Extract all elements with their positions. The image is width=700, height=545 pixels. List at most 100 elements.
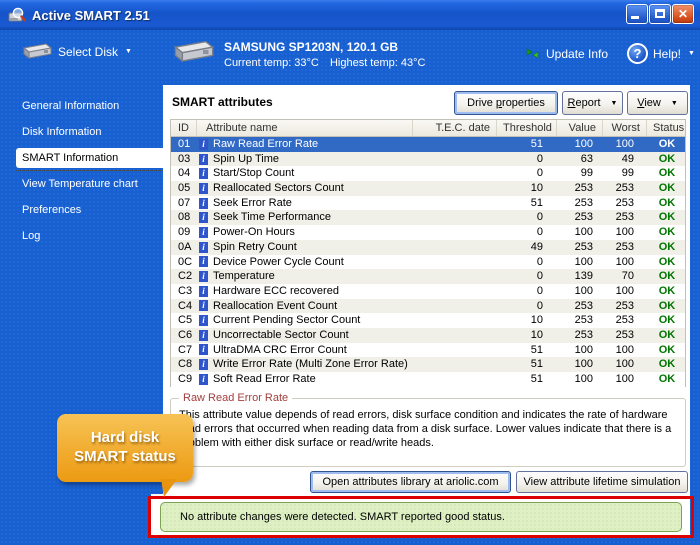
view-lifetime-simulation-label: View attribute lifetime simulation [524, 476, 681, 488]
table-row[interactable]: 0AiSpin Retry Count49253253OK [171, 240, 685, 255]
val-cell: 100 [557, 372, 603, 387]
th-cell: 51 [497, 196, 557, 211]
table-row[interactable]: C2iTemperature013970OK [171, 269, 685, 284]
app-icon [8, 7, 26, 23]
worst-cell: 100 [603, 225, 647, 240]
open-attributes-library-button[interactable]: Open attributes library at ariolic.com [310, 471, 511, 493]
th-cell: 51 [497, 357, 557, 372]
tec-cell [413, 343, 497, 358]
table-row[interactable]: C3iHardware ECC recovered0100100OK [171, 284, 685, 299]
th-cell: 51 [497, 372, 557, 387]
table-row[interactable]: C8iWrite Error Rate (Multi Zone Error Ra… [171, 357, 685, 372]
th-cell: 0 [497, 284, 557, 299]
status-cell: OK [647, 255, 687, 270]
worst-cell: 253 [603, 210, 647, 225]
smart-status-callout: Hard disk SMART status [57, 414, 193, 482]
table-row[interactable]: 04iStart/Stop Count09999OK [171, 166, 685, 181]
chevron-down-icon: ▼ [125, 48, 132, 55]
table-row[interactable]: 0CiDevice Power Cycle Count0100100OK [171, 255, 685, 270]
worst-cell: 253 [603, 196, 647, 211]
view-lifetime-simulation-button[interactable]: View attribute lifetime simulation [516, 471, 688, 493]
worst-cell: 99 [603, 166, 647, 181]
info-icon: i [199, 256, 208, 267]
table-row[interactable]: C6iUncorrectable Sector Count10253253OK [171, 328, 685, 343]
select-disk-label: Select Disk [58, 45, 118, 59]
select-disk-dropdown[interactable]: Select Disk ▼ [20, 42, 132, 61]
id-cell: C7 [171, 343, 197, 358]
minimize-button[interactable] [626, 4, 648, 24]
status-cell: OK [647, 225, 687, 240]
worst-cell: 253 [603, 181, 647, 196]
val-cell: 100 [557, 343, 603, 358]
attribute-description-text: This attribute value depends of read err… [171, 399, 685, 450]
table-row[interactable]: C5iCurrent Pending Sector Count10253253O… [171, 313, 685, 328]
table-row[interactable]: C9iSoft Read Error Rate51100100OK [171, 372, 685, 387]
attribute-name-cell: iHardware ECC recovered [197, 284, 413, 299]
table-row[interactable]: C4iReallocation Event Count0253253OK [171, 299, 685, 314]
tec-cell [413, 137, 497, 152]
sidebar-item-log[interactable]: Log [0, 226, 163, 246]
id-cell: C5 [171, 313, 197, 328]
view-button[interactable]: View ▼ [627, 91, 688, 115]
status-cell: OK [647, 210, 687, 225]
table-row[interactable]: 03iSpin Up Time06349OK [171, 152, 685, 167]
th-cell: 0 [497, 210, 557, 225]
val-cell: 139 [557, 269, 603, 284]
maximize-icon [655, 9, 665, 18]
callout-line2: SMART status [57, 447, 193, 466]
info-icon: i [199, 139, 208, 150]
report-button[interactable]: Report ▼ [562, 91, 623, 115]
table-row[interactable]: 05iReallocated Sectors Count10253253OK [171, 181, 685, 196]
id-cell: 08 [171, 210, 197, 225]
status-cell: OK [647, 152, 687, 167]
th-cell: 0 [497, 269, 557, 284]
refresh-icon [525, 46, 540, 61]
sidebar-item-view-temperature-chart[interactable]: View Temperature chart [0, 174, 163, 194]
th-cell: 49 [497, 240, 557, 255]
maximize-button[interactable] [649, 4, 671, 24]
close-button[interactable]: ✕ [672, 4, 694, 24]
info-icon: i [199, 183, 208, 194]
status-cell: OK [647, 240, 687, 255]
info-icon: i [199, 212, 208, 223]
open-attributes-library-label: Open attributes library at ariolic.com [322, 476, 498, 488]
worst-cell: 100 [603, 284, 647, 299]
sidebar-item-disk-information[interactable]: Disk Information [0, 122, 163, 142]
table-row[interactable]: 08iSeek Time Performance0253253OK [171, 210, 685, 225]
worst-cell: 253 [603, 240, 647, 255]
drive-model: SAMSUNG SP1203N, 120.1 GB [224, 40, 433, 54]
table-row[interactable]: C7iUltraDMA CRC Error Count51100100OK [171, 343, 685, 358]
tec-cell [413, 299, 497, 314]
chevron-down-icon: ▼ [611, 100, 618, 107]
sidebar-item-preferences[interactable]: Preferences [0, 200, 163, 220]
info-icon: i [199, 242, 208, 253]
sidebar-item-general-information[interactable]: General Information [0, 96, 163, 116]
attribute-name-cell: iStart/Stop Count [197, 166, 413, 181]
worst-cell: 70 [603, 269, 647, 284]
drive-properties-button[interactable]: Drive properties [454, 91, 558, 115]
table-row[interactable]: 01iRaw Read Error Rate51100100OK [171, 137, 685, 152]
id-cell: 0A [171, 240, 197, 255]
id-cell: 01 [171, 137, 197, 152]
table-row[interactable]: 09iPower-On Hours0100100OK [171, 225, 685, 240]
info-icon: i [199, 286, 208, 297]
sidebar-item-smart-information[interactable]: SMART Information [16, 148, 163, 168]
column-header-status: Status [647, 120, 687, 136]
column-header-worst: Worst [603, 120, 647, 136]
update-info-button[interactable]: Update Info [525, 46, 608, 61]
th-cell: 10 [497, 313, 557, 328]
attribute-description-legend: Raw Read Error Rate [179, 392, 292, 404]
val-cell: 63 [557, 152, 603, 167]
app-window: Active SMART 2.51 ✕ Select Disk ▼ SAMSUN… [0, 0, 700, 545]
th-cell: 0 [497, 299, 557, 314]
status-cell: OK [647, 284, 687, 299]
hard-drive-icon [170, 38, 214, 66]
worst-cell: 100 [603, 255, 647, 270]
status-cell: OK [647, 196, 687, 211]
column-header-threshold: Threshold [497, 120, 557, 136]
table-row[interactable]: 07iSeek Error Rate51253253OK [171, 196, 685, 211]
disk-icon [20, 42, 52, 61]
status-cell: OK [647, 357, 687, 372]
help-dropdown[interactable]: ? Help! ▼ [627, 43, 695, 64]
val-cell: 253 [557, 210, 603, 225]
